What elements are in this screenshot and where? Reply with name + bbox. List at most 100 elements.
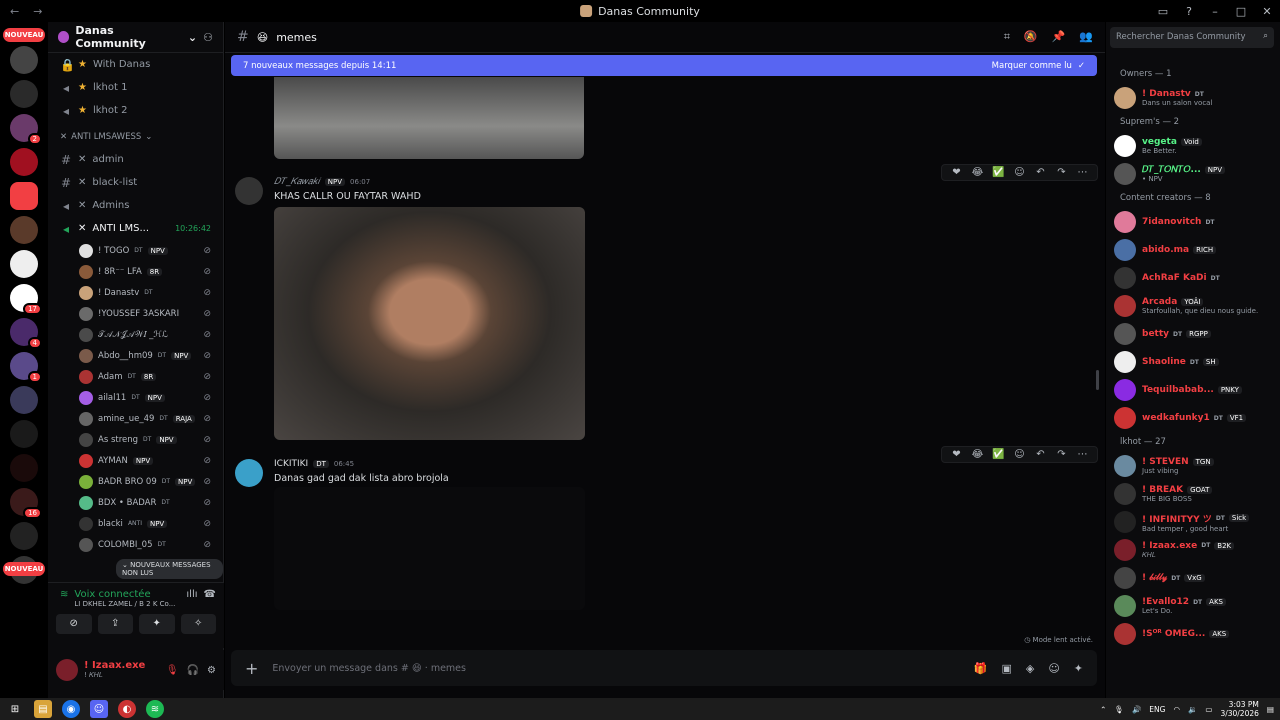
avatar[interactable] (235, 177, 263, 205)
laugh-reaction-icon[interactable]: 😂 (968, 449, 987, 460)
channel-item[interactable]: ◂ ✕ Admins (48, 194, 223, 217)
unread-messages-pill[interactable]: ⌄ NOUVEAUX MESSAGES NON LUS (116, 559, 223, 579)
server-icon[interactable]: 2 (10, 114, 42, 145)
server-icon[interactable] (10, 420, 38, 448)
member-item[interactable]: !Sᴼᴿ OMEG... AKS (1106, 620, 1280, 648)
server-icon-active[interactable] (10, 182, 38, 210)
emoji-picker-icon[interactable]: ☺ (1048, 662, 1059, 675)
message-author[interactable]: ICKITIKI (274, 459, 308, 469)
server-icon[interactable] (10, 148, 38, 176)
voice-user[interactable]: ! Danastv DT ⊘ (48, 282, 223, 303)
mark-as-read-button[interactable]: Marquer comme lu (992, 61, 1072, 71)
server-icon[interactable]: 4 (10, 318, 42, 349)
gif-icon[interactable]: ▣ (1001, 662, 1011, 675)
channel-item[interactable]: ◂ ★ lkhot 2 (48, 99, 223, 122)
server-icon[interactable] (10, 454, 38, 482)
inbox-icon[interactable]: ▭ (1150, 5, 1176, 18)
wifi-icon[interactable]: ◠ (1173, 705, 1180, 714)
forward-arrow-icon[interactable]: → (33, 5, 42, 18)
tray-chevron-icon[interactable]: ⌃ (1100, 705, 1106, 714)
add-reaction-icon[interactable]: ☺ (1010, 167, 1029, 178)
more-icon[interactable]: ⋯ (1073, 449, 1092, 460)
channel-item-active-voice[interactable]: ◂ ✕ ANTI LMS... 10:26:42 (48, 217, 223, 240)
channel-item[interactable]: # ✕ black-list (48, 171, 223, 194)
check-reaction-icon[interactable]: ✅ (989, 167, 1008, 178)
camera-off-button[interactable]: ⊘ (56, 614, 92, 634)
notifications-off-icon[interactable]: 🔕 (1024, 30, 1038, 44)
windows-start-icon[interactable]: ⊞ (6, 700, 24, 718)
members-icon[interactable]: 👥 (1079, 30, 1093, 44)
sticker-icon[interactable]: ◈ (1026, 662, 1034, 675)
voice-user[interactable]: Adam DT 8R ⊘ (48, 366, 223, 387)
voice-user[interactable]: AYMAN NPV ⊘ (48, 450, 223, 471)
member-item[interactable]: Arcada YOÂI Starfoullah, que dieu nous gui… (1106, 292, 1280, 320)
message-author[interactable]: 𝐷𝑇_𝐾𝑎𝑤𝑎𝑘𝑖 (274, 177, 320, 187)
member-item[interactable]: AchRaF KaDi DT (1106, 264, 1280, 292)
member-item[interactable]: wedkafunky1 DT VF1 (1106, 404, 1280, 432)
voice-user[interactable]: As streng DT NPV ⊘ (48, 429, 223, 450)
member-item[interactable]: vegeta Void Be Better. (1106, 132, 1280, 160)
voice-user[interactable]: BADR BRO 09 DT NPV ⊘ (48, 471, 223, 492)
new-badge[interactable]: NOUVEAU (3, 28, 45, 42)
composer-placeholder[interactable]: Envoyer un message dans # 😆 · memes (272, 663, 466, 674)
voice-user[interactable]: !YOUSSEF 3ASKARI ⊘ (48, 303, 223, 324)
member-item[interactable]: ! INFINITYY ツ DT Sick Bad temper , good hea… (1106, 508, 1280, 536)
message-image[interactable] (274, 207, 585, 440)
speaker-icon[interactable]: 🔊 (1132, 705, 1141, 714)
language-indicator[interactable]: ENG (1149, 705, 1165, 714)
voice-user[interactable]: ! 8R⁻⁻ LFA 8R ⊘ (48, 261, 223, 282)
voice-status-label[interactable]: Voix connectée (74, 589, 175, 600)
notifications-icon[interactable]: ▤ (1267, 705, 1274, 714)
message-image[interactable] (274, 487, 585, 610)
laugh-reaction-icon[interactable]: 😂 (968, 167, 987, 178)
member-item[interactable]: !Evallo12 DT AKS Let's Do. (1106, 592, 1280, 620)
mic-muted-icon[interactable]: 🎙 (166, 665, 179, 676)
close-button[interactable]: ✕ (1254, 5, 1280, 18)
check-reaction-icon[interactable]: ✅ (989, 449, 1008, 460)
voice-user[interactable]: blacki ANTI NPV ⊘ (48, 513, 223, 534)
member-item[interactable]: 𝐷𝑇_𝑇𝑂𝑁𝑇𝑂... NPV • NPV (1106, 160, 1280, 188)
forward-icon[interactable]: ↷ (1052, 449, 1071, 460)
add-attachment-icon[interactable]: + (245, 659, 258, 678)
chat-scrollbar[interactable] (1096, 370, 1099, 390)
member-item[interactable]: Tequilbabab... PNKY (1106, 376, 1280, 404)
more-icon[interactable]: ⋯ (1073, 167, 1092, 178)
user-name[interactable]: ! Izaax.exe (84, 660, 145, 671)
reply-icon[interactable]: ↶ (1031, 167, 1050, 178)
microphone-icon[interactable]: 🎙 (1114, 705, 1124, 714)
heart-reaction-icon[interactable]: ❤ (947, 167, 966, 178)
gift-icon[interactable]: 🎁 (974, 662, 988, 675)
voice-user[interactable]: 𝒯𝒜𝒩𝒥𝒜𝒲𝐼 _ℋℒ ⊘ (48, 324, 223, 345)
screen-share-button[interactable]: ⇪ (97, 614, 133, 634)
soundboard-button[interactable]: ✧ (180, 614, 216, 634)
channel-item[interactable]: 🔒 ★ With Danas (48, 53, 223, 76)
heart-reaction-icon[interactable]: ❤ (947, 449, 966, 460)
help-icon[interactable]: ? (1176, 5, 1202, 18)
clock[interactable]: 3:03 PM 3/30/2026 (1220, 700, 1258, 718)
member-item[interactable]: ! Izaax.exe DT B2K 𝐾𝐻𝐿 (1106, 536, 1280, 564)
browser-icon[interactable]: ◉ (62, 700, 80, 718)
member-item[interactable]: betty DT RGPP (1106, 320, 1280, 348)
maximize-button[interactable]: □ (1228, 5, 1254, 18)
search-input[interactable]: Rechercher Danas Community ⌕ (1110, 27, 1274, 48)
spotify-taskbar-icon[interactable]: ≋ (146, 700, 164, 718)
new-badge[interactable]: NOUVEAU (3, 562, 45, 576)
file-explorer-icon[interactable]: ▤ (34, 700, 52, 718)
discord-taskbar-icon[interactable]: ☺ (90, 700, 108, 718)
member-item[interactable]: ! STEVEN TGN Just vibing (1106, 452, 1280, 480)
apps-icon[interactable]: ✦ (1074, 662, 1083, 675)
headphones-muted-icon[interactable]: 🎧 (187, 665, 199, 676)
voice-user[interactable]: ! TOGO DT NPV ⊘ (48, 240, 223, 261)
server-icon[interactable] (10, 250, 38, 278)
app-taskbar-icon[interactable]: ◐ (118, 700, 136, 718)
battery-icon[interactable]: ▭ (1205, 705, 1212, 714)
server-icon[interactable]: 17 (10, 284, 42, 315)
message-composer[interactable]: + Envoyer un message dans # 😆 · memes 🎁 … (231, 650, 1097, 686)
voice-user[interactable]: amine_ue_49 DT RAJA ⊘ (48, 408, 223, 429)
member-item[interactable]: 7idanovitch DT (1106, 208, 1280, 236)
threads-icon[interactable]: ⌗ (1004, 30, 1010, 44)
member-item[interactable]: ! BREAK GOAT THE BIG BOSS (1106, 480, 1280, 508)
avatar[interactable] (235, 459, 263, 487)
disconnect-icon[interactable]: ☎ (204, 589, 216, 608)
forward-icon[interactable]: ↷ (1052, 167, 1071, 178)
